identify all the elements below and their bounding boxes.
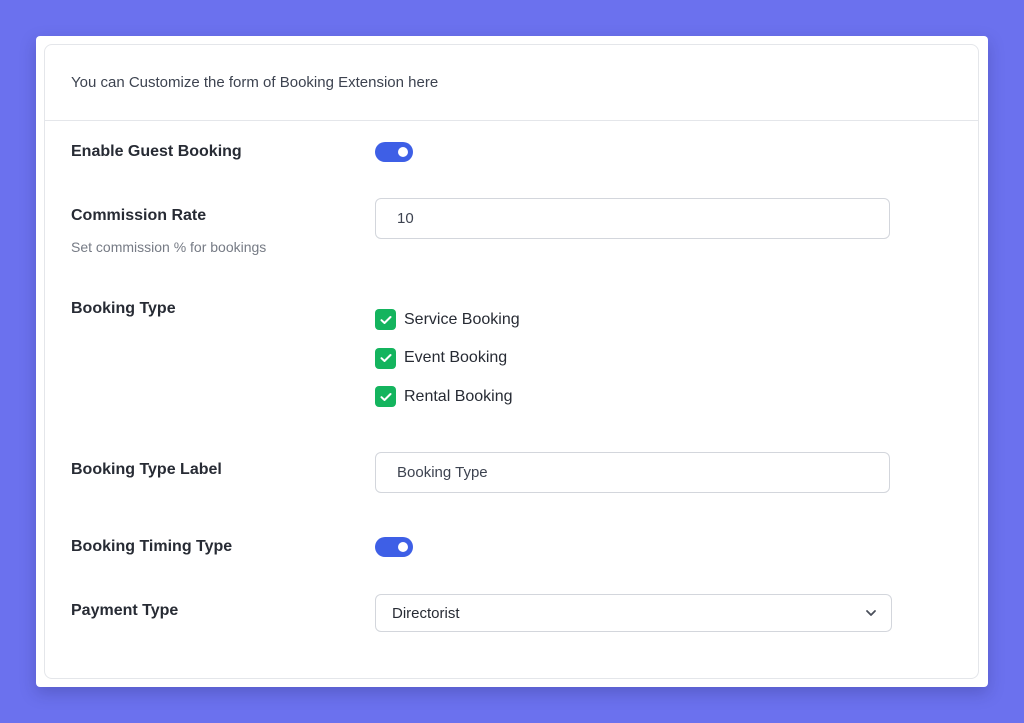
timing-type-row: Booking Timing Type	[71, 537, 978, 557]
payment-type-row: Payment Type Directorist	[71, 594, 978, 632]
commission-input[interactable]: 10	[375, 198, 890, 239]
event-booking-checkbox[interactable]	[375, 347, 396, 369]
check-icon	[380, 354, 391, 362]
rental-booking-checkbox[interactable]	[375, 386, 396, 407]
settings-panel: You can Customize the form of Booking Ex…	[44, 44, 979, 679]
payment-type-select[interactable]: Directorist	[375, 594, 892, 632]
commission-row: Commission Rate Set commission % for boo…	[71, 198, 978, 255]
check-icon	[380, 315, 391, 324]
rental-booking-text: Rental Booking	[404, 387, 513, 405]
guest-booking-label: Enable Guest Booking	[71, 143, 242, 160]
toggle-knob	[398, 542, 408, 552]
guest-booking-toggle[interactable]	[375, 142, 413, 162]
service-booking-text: Service Booking	[404, 310, 520, 328]
service-booking-option[interactable]: Service Booking	[375, 309, 520, 330]
timing-type-label: Booking Timing Type	[71, 538, 233, 555]
chevron-down-icon	[866, 610, 876, 616]
service-booking-checkbox[interactable]	[375, 309, 396, 330]
toggle-knob	[398, 147, 408, 157]
booking-type-row: Booking Type Service Booking Event Booki…	[71, 300, 978, 407]
commission-help: Set commission % for bookings	[71, 239, 267, 255]
guest-booking-row: Enable Guest Booking	[71, 142, 978, 162]
event-booking-option[interactable]: Event Booking	[375, 347, 520, 369]
booking-type-label-input[interactable]: Booking Type	[375, 452, 890, 493]
booking-type-label: Booking Type	[71, 300, 176, 317]
check-icon	[380, 392, 391, 401]
payment-type-value: Directorist	[392, 604, 460, 622]
event-booking-text: Event Booking	[404, 349, 508, 366]
header-description: You can Customize the form of Booking Ex…	[71, 74, 439, 91]
panel-header: You can Customize the form of Booking Ex…	[45, 45, 978, 121]
settings-card: You can Customize the form of Booking Ex…	[36, 36, 988, 687]
rental-booking-option[interactable]: Rental Booking	[375, 386, 520, 407]
timing-type-toggle[interactable]	[375, 537, 413, 557]
booking-type-label-row: Booking Type Label Booking Type	[71, 452, 978, 493]
